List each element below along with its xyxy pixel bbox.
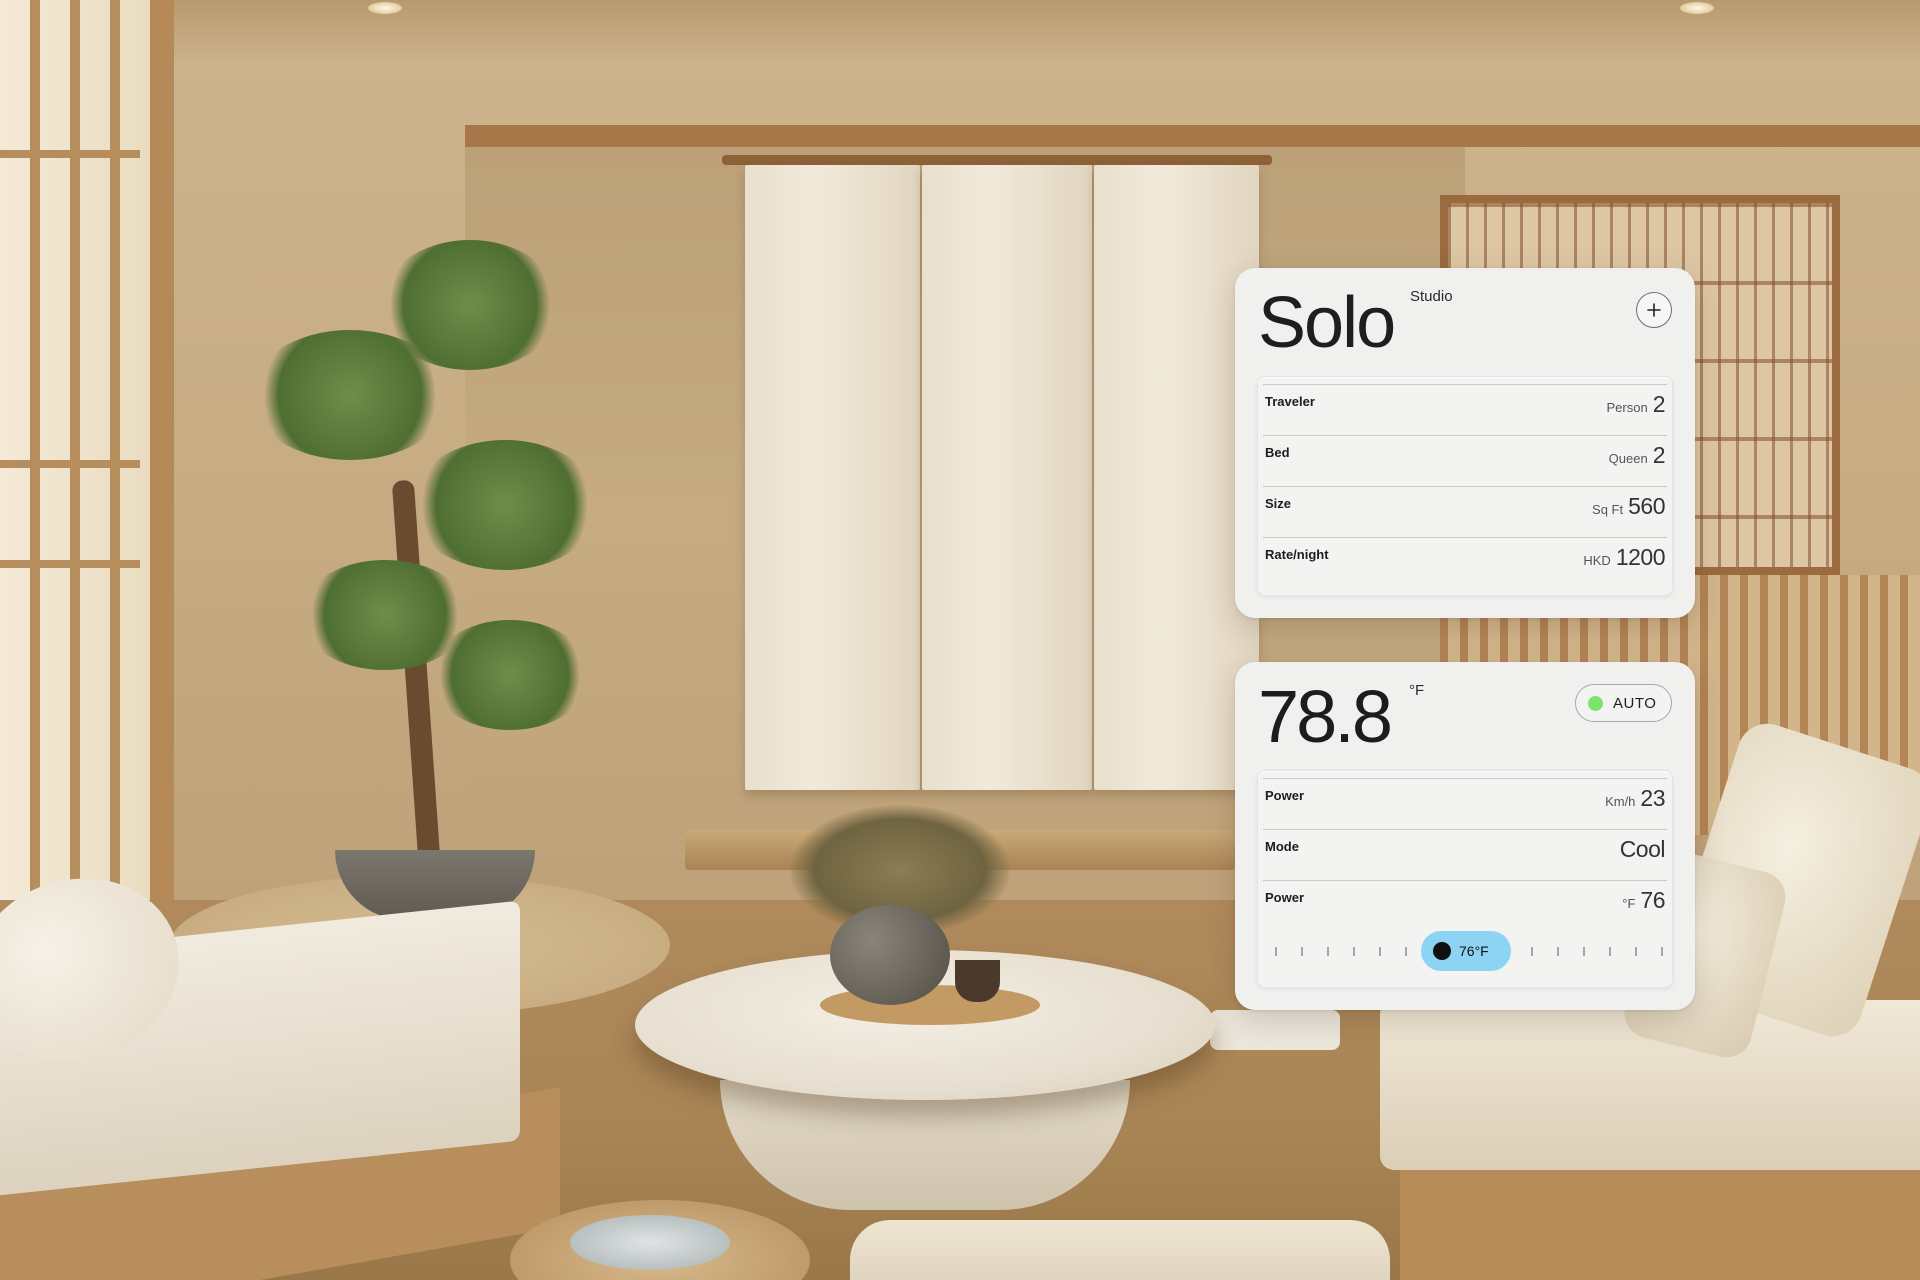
row-unit: °F: [1622, 896, 1636, 911]
row-label: Size: [1265, 496, 1292, 511]
tree-foliage: [410, 440, 600, 570]
detail-row-traveler: Traveler Person 2: [1263, 384, 1667, 435]
row-value: 2: [1652, 442, 1666, 468]
vase: [830, 905, 950, 1005]
status-dot-icon: [1588, 695, 1603, 711]
room-info-card: Solo Studio Traveler Person 2 Bed Queen …: [1235, 268, 1695, 618]
slider-value: 76°F: [1459, 943, 1489, 959]
floor-cushion: [850, 1220, 1390, 1280]
row-unit: Km/h: [1605, 794, 1636, 809]
row-label: Power: [1265, 788, 1305, 803]
room-details-panel: Traveler Person 2 Bed Queen 2 Size Sq Ft…: [1257, 376, 1673, 596]
row-label: Rate/night: [1265, 547, 1329, 562]
cup: [955, 960, 1000, 1002]
row-unit: Person: [1606, 400, 1648, 415]
row-value: 23: [1640, 785, 1665, 811]
row-unit: Sq Ft: [1592, 502, 1624, 517]
ceiling: [0, 0, 1920, 60]
row-unit: HKD: [1583, 553, 1611, 568]
row-label: Traveler: [1265, 394, 1315, 409]
curtain-panel: [745, 165, 920, 790]
climate-details-panel: Power Km/h 23 Mode Cool Power °F 76 76°F: [1257, 770, 1673, 988]
row-value: 560: [1628, 493, 1665, 519]
temperature-unit: °F: [1409, 682, 1425, 699]
thumb-knob-icon: [1433, 942, 1451, 960]
rug: [1210, 1010, 1340, 1050]
wood-post: [150, 0, 174, 900]
auto-mode-button[interactable]: AUTO: [1575, 684, 1672, 722]
climate-row-power: Power Km/h 23: [1263, 778, 1667, 829]
slider-thumb[interactable]: 76°F: [1421, 931, 1511, 971]
climate-row-target-temp: Power °F 76: [1263, 880, 1667, 931]
row-label: Mode: [1265, 839, 1299, 854]
row-value: 1200: [1615, 544, 1666, 570]
climate-row-mode[interactable]: Mode Cool: [1263, 829, 1667, 880]
tree-foliage: [380, 240, 560, 370]
temperature-slider[interactable]: 76°F: [1263, 931, 1667, 977]
row-value: 2: [1652, 391, 1666, 417]
room-title: Solo: [1258, 283, 1396, 363]
curtain-panel: [922, 165, 1092, 790]
plus-icon: [1647, 303, 1661, 317]
bowl: [570, 1215, 730, 1270]
curtain-rod: [722, 155, 1272, 165]
row-label: Power: [1265, 890, 1305, 905]
row-value: 76: [1640, 887, 1665, 913]
add-button[interactable]: [1636, 292, 1672, 328]
window: [0, 0, 150, 920]
row-unit: Queen: [1608, 451, 1648, 466]
detail-row-rate: Rate/night HKD 1200: [1263, 537, 1667, 588]
background-room-photo: [0, 0, 1920, 1280]
ceiling-beam: [465, 125, 1920, 147]
row-label: Bed: [1265, 445, 1290, 460]
room-type: Studio: [1410, 288, 1453, 305]
detail-row-bed: Bed Queen 2: [1263, 435, 1667, 486]
detail-row-size: Size Sq Ft 560: [1263, 486, 1667, 537]
row-value: Cool: [1619, 836, 1666, 862]
auto-label: AUTO: [1613, 694, 1657, 712]
climate-card: 78.8 °F AUTO Power Km/h 23 Mode Cool Pow…: [1235, 662, 1695, 1010]
current-temperature: 78.8: [1258, 675, 1393, 758]
tree-foliage: [430, 620, 590, 730]
